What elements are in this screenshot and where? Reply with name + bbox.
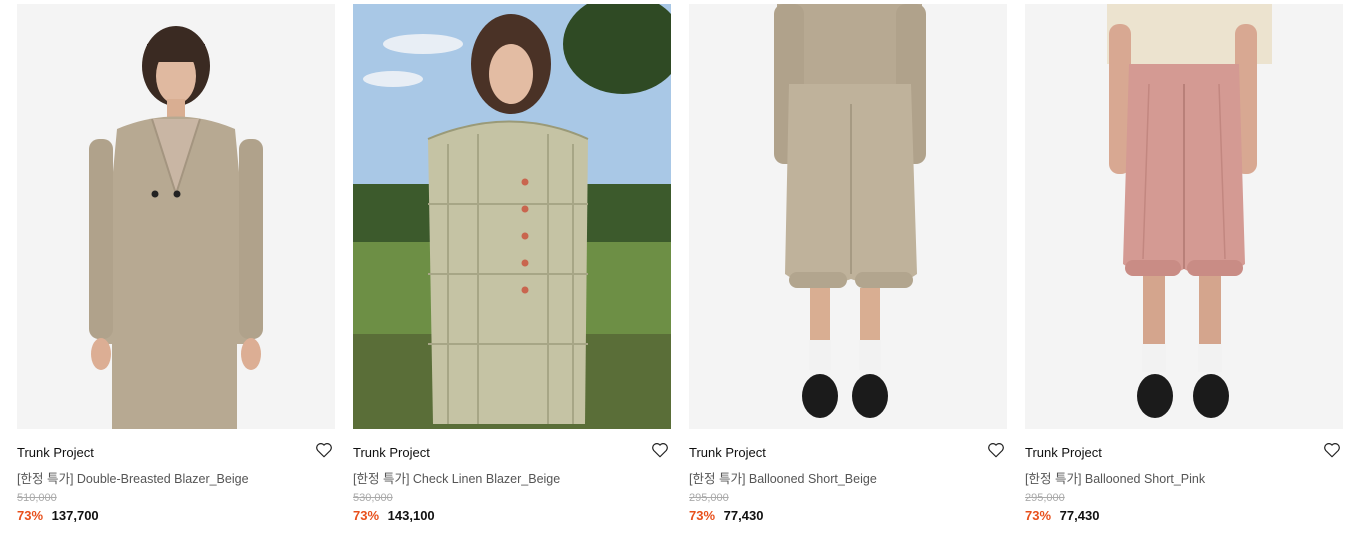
product-grid: Trunk Project [한정 특가] Double-Breasted Bl… [17,4,1343,534]
original-price: 295,000 [1025,492,1065,504]
product-image[interactable] [1025,4,1343,429]
sale-price: 77,430 [723,508,764,523]
sale-price: 137,700 [51,508,99,523]
heart-outline-icon[interactable] [987,441,1005,459]
model-beige-blazer-image [17,4,335,429]
original-price: 530,000 [353,492,393,504]
price-line: 73% 77,430 [689,508,763,523]
product-name[interactable]: [한정 특가] Ballooned Short_Beige [689,468,877,487]
product-brand[interactable]: Trunk Project [689,445,766,460]
model-pink-shorts-image [1025,4,1343,429]
original-price: 295,000 [689,492,729,504]
heart-outline-icon[interactable] [315,441,333,459]
product-brand[interactable]: Trunk Project [353,445,430,460]
model-check-blazer-outdoor-image [353,4,671,429]
heart-outline-icon[interactable] [651,441,669,459]
discount-rate: 73% [689,508,716,523]
original-price: 510,000 [17,492,57,504]
discount-rate: 73% [1025,508,1052,523]
product-card[interactable]: Trunk Project [한정 특가] Check Linen Blazer… [353,4,671,534]
discount-rate: 73% [17,508,44,523]
sale-price: 77,430 [1059,508,1100,523]
price-line: 73% 77,430 [1025,508,1099,523]
product-card[interactable]: Trunk Project [한정 특가] Ballooned Short_Be… [689,4,1007,534]
product-name[interactable]: [한정 특가] Ballooned Short_Pink [1025,468,1205,487]
price-line: 73% 143,100 [353,508,435,523]
product-card[interactable]: Trunk Project [한정 특가] Double-Breasted Bl… [17,4,335,534]
product-name[interactable]: [한정 특가] Double-Breasted Blazer_Beige [17,468,249,487]
product-brand[interactable]: Trunk Project [17,445,94,460]
product-name[interactable]: [한정 특가] Check Linen Blazer_Beige [353,468,560,487]
product-image[interactable] [353,4,671,429]
model-beige-shorts-image [689,4,1007,429]
sale-price: 143,100 [387,508,435,523]
discount-rate: 73% [353,508,380,523]
product-brand[interactable]: Trunk Project [1025,445,1102,460]
price-line: 73% 137,700 [17,508,99,523]
heart-outline-icon[interactable] [1323,441,1341,459]
product-image[interactable] [17,4,335,429]
product-card[interactable]: Trunk Project [한정 특가] Ballooned Short_Pi… [1025,4,1343,534]
product-image[interactable] [689,4,1007,429]
